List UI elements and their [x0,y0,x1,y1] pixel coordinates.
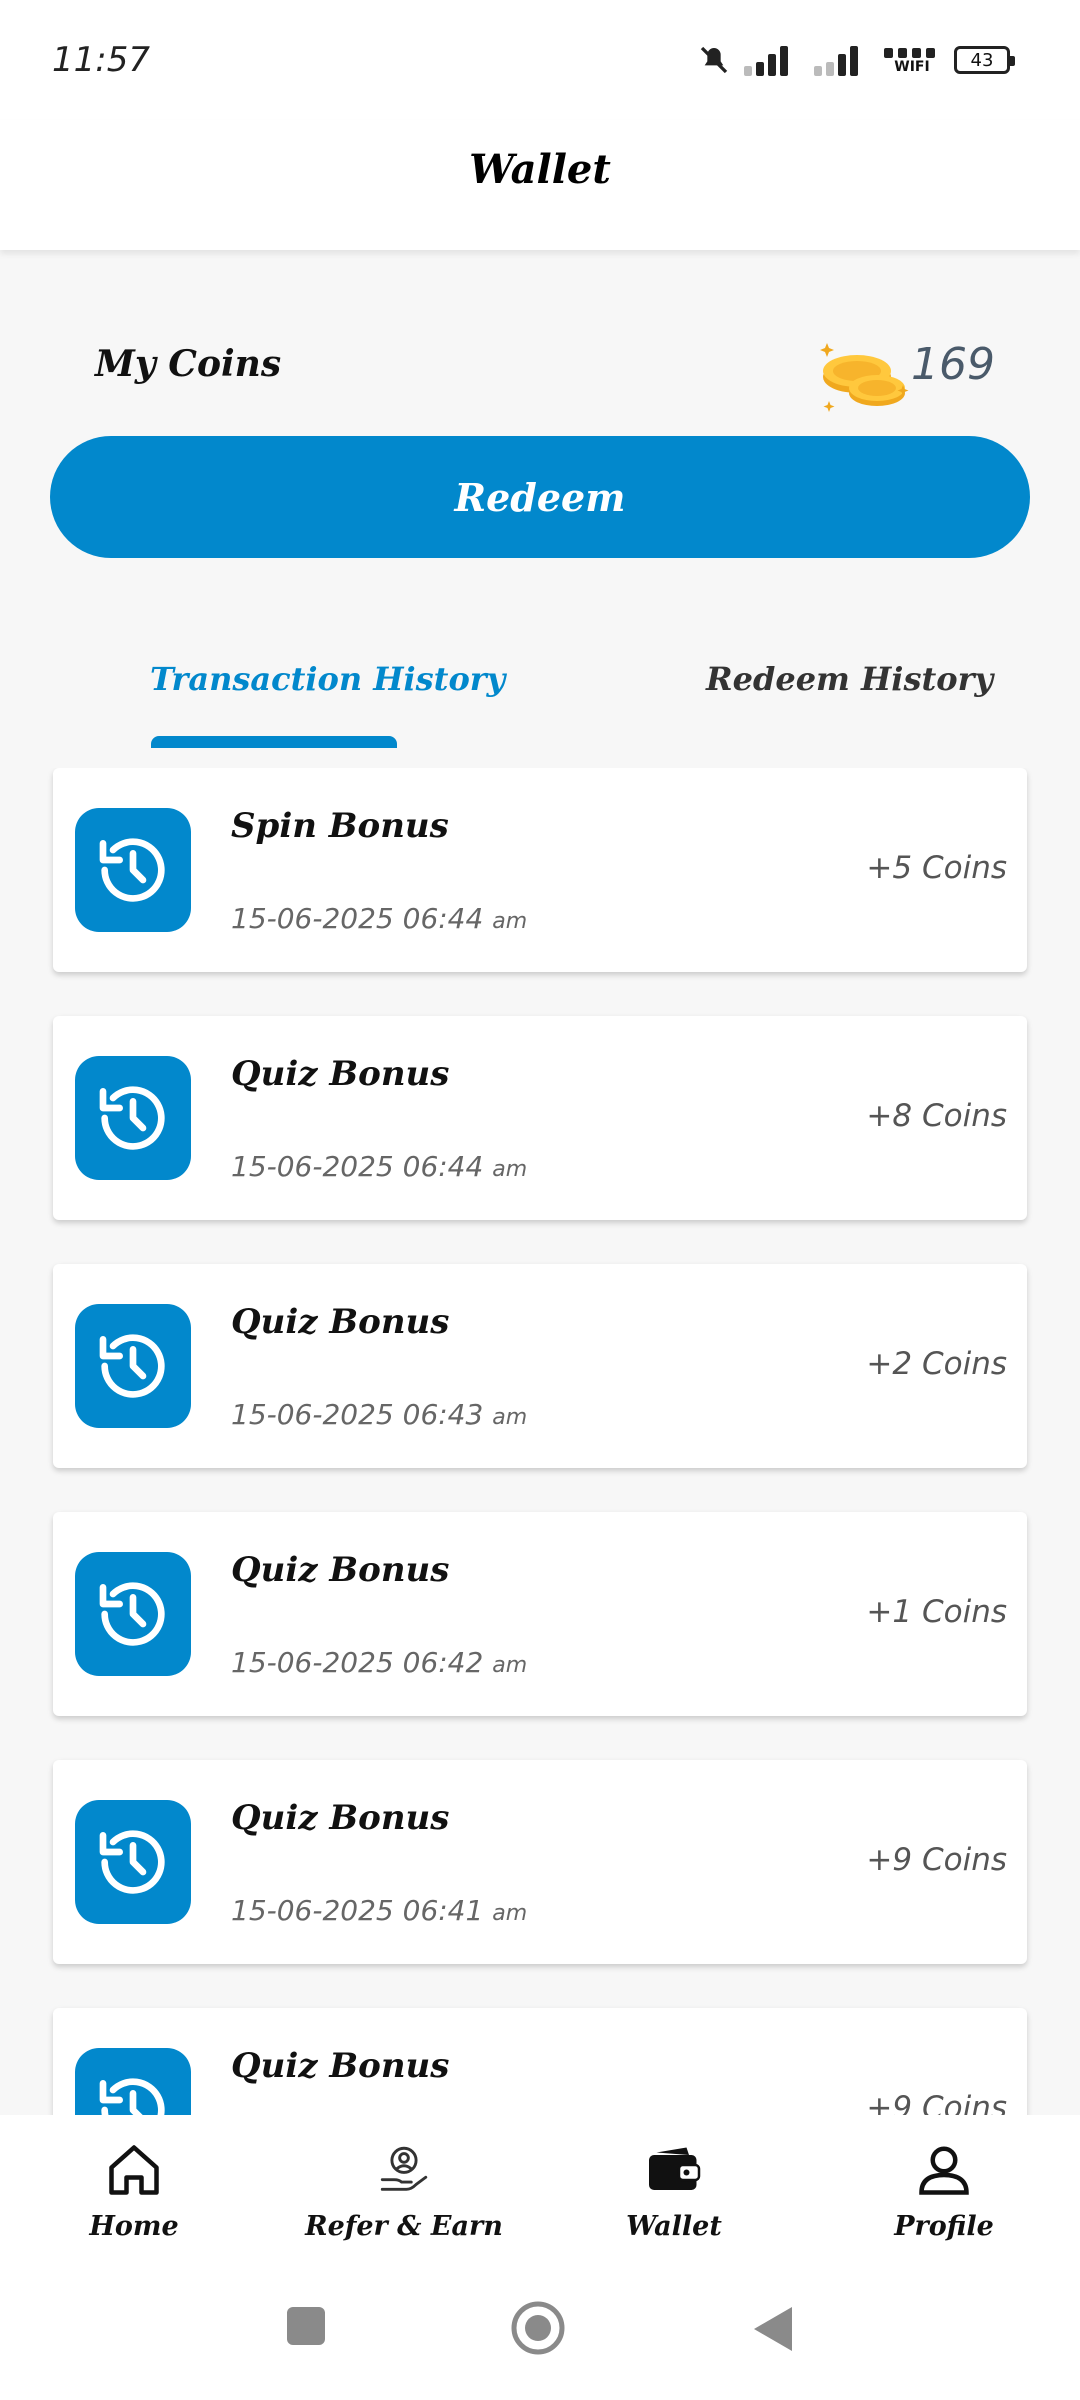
transaction-amount: +8 Coins [866,1098,1007,1134]
list-item[interactable]: Spin Bonus 15-06-2025 06:44 am +5 Coins [53,768,1027,972]
history-icon [75,1304,191,1428]
battery-level: 43 [970,49,994,71]
bottom-nav: Home Refer & Earn Wallet Profile [0,2115,1080,2260]
status-time: 11:57 [52,40,150,80]
list-item[interactable]: Quiz Bonus 15-06-2025 06:41 am +9 Coins [53,1760,1027,1964]
status-bar: 11:57 WIFI 43 [0,0,1080,120]
transaction-date: 15-06-2025 06:44 am [231,902,528,935]
wifi-icon: WIFI [884,46,940,74]
app-header: Wallet [0,120,1080,250]
signal-icon [744,44,800,76]
list-item[interactable]: Quiz Bonus 15-06-2025 06:42 am +1 Coins [53,1512,1027,1716]
nav-refer-earn-label: Refer & Earn [305,2211,503,2242]
tab-redeem-history[interactable]: Redeem History [706,660,993,698]
wallet-icon [554,2135,794,2205]
transaction-date: 15-06-2025 06:42 am [231,1646,528,1679]
coins-icon [817,335,913,415]
wifi-label: WIFI [894,59,930,75]
nav-refer-earn[interactable]: Refer & Earn [284,2135,524,2242]
nav-profile-label: Profile [894,2211,994,2242]
transaction-title: Quiz Bonus [231,1798,450,1838]
transaction-title: Quiz Bonus [231,1054,450,1094]
home-icon [14,2135,254,2205]
my-coins-label: My Coins [95,343,282,385]
transaction-amount: +1 Coins [866,1594,1007,1630]
list-item[interactable]: Quiz Bonus 15-06-2025 06:44 am +8 Coins [53,1016,1027,1220]
active-tab-indicator [151,736,397,748]
transaction-title: Quiz Bonus [231,1550,450,1590]
home-system-button[interactable] [510,2300,566,2356]
tab-transaction-history[interactable]: Transaction History [150,660,505,698]
transaction-date: 15-06-2025 06:41 am [231,1894,528,1927]
transaction-title: Spin Bonus [231,806,449,846]
history-tabs: Transaction History Redeem History [0,640,1080,750]
transaction-amount: +2 Coins [866,1346,1007,1382]
refer-earn-icon [284,2135,524,2205]
transaction-amount: +9 Coins [866,1842,1007,1878]
transaction-date: 15-06-2025 06:44 am [231,1150,528,1183]
history-icon [75,808,191,932]
profile-icon [824,2135,1064,2205]
nav-home-label: Home [89,2211,179,2242]
history-icon [75,1056,191,1180]
nav-profile[interactable]: Profile [824,2135,1064,2242]
list-item[interactable]: Quiz Bonus +9 Coins [53,2008,1027,2115]
battery-icon: 43 [954,46,1015,74]
transaction-title: Quiz Bonus [231,2046,450,2086]
status-icons: WIFI 43 [698,40,1015,80]
nav-wallet[interactable]: Wallet [554,2135,794,2242]
mute-icon [698,44,730,76]
transaction-list[interactable]: Spin Bonus 15-06-2025 06:44 am +5 Coins … [0,768,1080,2115]
history-icon [75,1800,191,1924]
signal-icon-2 [814,44,870,76]
page-title: Wallet [469,146,611,193]
transaction-amount: +5 Coins [866,850,1007,886]
my-coins-row: My Coins 169 [95,335,995,412]
recents-button[interactable] [285,2305,327,2347]
redeem-button[interactable]: Redeem [50,436,1030,558]
system-nav-bar [0,2260,1080,2400]
transaction-date: 15-06-2025 06:43 am [231,1398,528,1431]
list-item[interactable]: Quiz Bonus 15-06-2025 06:43 am +2 Coins [53,1264,1027,1468]
coins-balance: 169 [911,339,995,390]
nav-wallet-label: Wallet [626,2211,722,2242]
history-icon [75,2048,191,2115]
history-icon [75,1552,191,1676]
transaction-amount: +9 Coins [866,2090,1007,2115]
transaction-title: Quiz Bonus [231,1302,450,1342]
back-button[interactable] [752,2305,794,2353]
nav-home[interactable]: Home [14,2135,254,2242]
